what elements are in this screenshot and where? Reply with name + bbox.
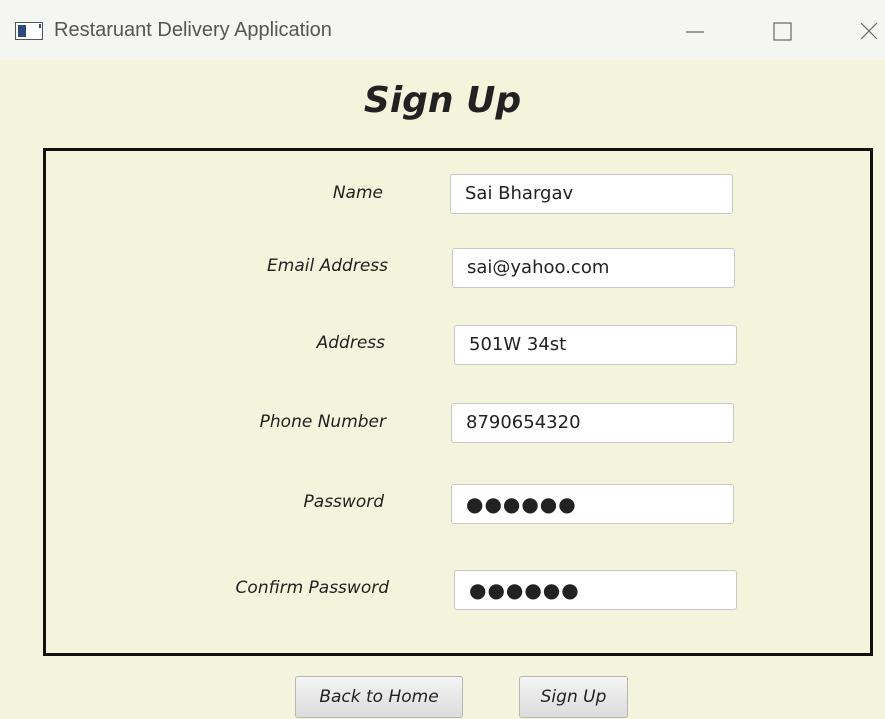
name-label: Name [332,183,383,203]
maximize-icon[interactable] [766,16,800,46]
email-field[interactable]: sai@yahoo.com [452,248,735,288]
close-icon[interactable] [852,16,885,46]
back-to-home-button[interactable]: Back to Home [295,676,463,718]
confirm-password-label: Confirm Password [235,578,389,598]
password-field[interactable]: ●●●●●● [451,484,734,524]
sign-up-button[interactable]: Sign Up [519,676,628,718]
phone-label: Phone Number [259,412,386,432]
title-bar: Restaruant Delivery Application [0,0,885,60]
page-title: Sign Up [363,80,522,121]
minimize-icon[interactable] [678,16,712,46]
window-title: Restaruant Delivery Application [54,19,332,41]
name-field[interactable]: Sai Bhargav [450,174,733,214]
application-window-icon [15,22,43,40]
email-label: Email Address [267,256,388,276]
password-label: Password [303,492,384,512]
confirm-password-field[interactable]: ●●●●●● [454,570,737,610]
address-field[interactable]: 501W 34st [454,325,737,365]
address-label: Address [316,333,385,353]
phone-field[interactable]: 8790654320 [451,403,734,443]
